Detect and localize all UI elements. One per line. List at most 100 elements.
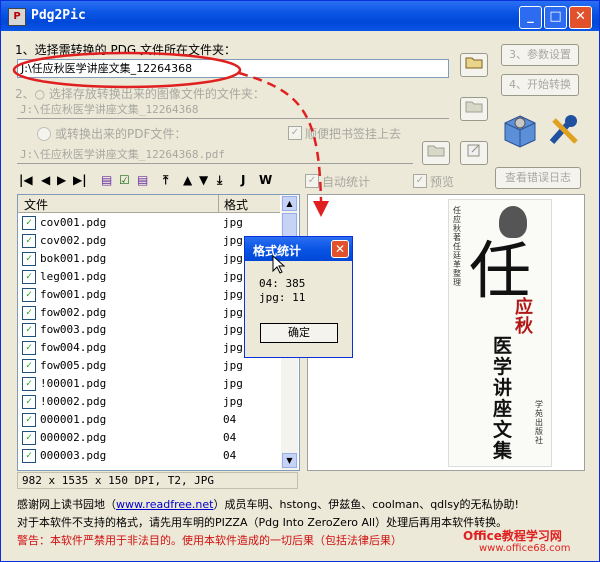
cover-publisher: 学苑出版社 <box>535 400 543 445</box>
row-checkbox[interactable]: ✓ <box>22 430 36 445</box>
maximize-button[interactable]: □ <box>544 6 567 29</box>
cover-title-red: 应秋 <box>515 297 533 337</box>
row-filename: cov002.pdg <box>40 233 107 247</box>
table-row[interactable]: ✓ cov001.pdg jpg <box>18 214 280 232</box>
error-log-button[interactable]: 查看错误日志 <box>495 167 581 189</box>
move-top-icon[interactable]: ⤒ <box>163 173 168 188</box>
row-checkbox[interactable]: ✓ <box>22 233 36 248</box>
row-checkbox[interactable]: ✓ <box>22 359 36 374</box>
preview-checkbox[interactable]: ✓ <box>413 174 427 188</box>
row-format: jpg <box>223 341 243 355</box>
row-checkbox[interactable]: ✓ <box>22 251 36 266</box>
table-row[interactable]: ✓ 000001.pdg 04 <box>18 411 280 429</box>
folder-icon <box>465 57 483 69</box>
title-bar[interactable]: P Pdg2Pic _ □ ✕ <box>1 1 599 31</box>
prev-icon[interactable]: ◀ <box>41 173 50 187</box>
start-convert-button[interactable]: 4、开始转换 <box>501 74 579 96</box>
row-format: jpg <box>223 269 243 283</box>
app-window: P Pdg2Pic _ □ ✕ 1、选择需转换的 PDG 文件所在文件夹： J:… <box>0 0 600 562</box>
row-checkbox[interactable]: ✓ <box>22 341 36 356</box>
browse-target-button[interactable] <box>460 97 488 121</box>
row-checkbox[interactable]: ✓ <box>22 412 36 427</box>
watermark-site: Office教程学习网 <box>463 529 562 543</box>
auto-stats-checkbox[interactable]: ✓ <box>305 174 319 188</box>
row-checkbox[interactable]: ✓ <box>22 448 36 463</box>
row-checkbox[interactable]: ✓ <box>22 269 36 284</box>
window-title: Pdg2Pic <box>31 8 86 23</box>
warning-text: 警告：本软件严禁用于非法目的。使用本软件造成的一切后果（包括法律后果） <box>17 534 402 547</box>
row-format: jpg <box>223 233 243 247</box>
cover-title-big: 任 <box>469 234 532 307</box>
export-button[interactable] <box>460 141 488 165</box>
row-format: jpg <box>223 359 243 373</box>
table-row[interactable]: ✓ bok001.pdg jpg <box>18 250 280 268</box>
move-bottom-icon[interactable]: ⤓ <box>217 173 222 188</box>
folder-icon <box>465 101 483 113</box>
row-filename: fow005.pdg <box>40 359 107 373</box>
book-cover-image: 任应秋 著 任廷革 整理 任 应秋 医学讲座文集 学苑出版社 <box>448 199 552 467</box>
list-header: 文件 格式 <box>18 195 280 213</box>
dialog-ok-button[interactable]: 确定 <box>260 323 338 343</box>
row-filename: 000002.pdg <box>40 430 107 444</box>
pdf-path-input[interactable]: J:\任应秋医学讲座文集_12264368.pdf <box>17 146 413 164</box>
j-tool[interactable]: J <box>241 173 245 187</box>
row-checkbox[interactable]: ✓ <box>22 287 36 302</box>
first-icon[interactable]: |◀ <box>19 173 33 187</box>
source-folder-input[interactable]: J:\任应秋医学讲座文集_12264368 <box>17 59 449 78</box>
pdf-output-radio[interactable] <box>37 127 51 141</box>
row-filename: fow001.pdg <box>40 287 107 301</box>
move-down-icon[interactable]: ▼ <box>199 173 208 187</box>
format-stats-dialog: 格式统计 ✕ 04: 385 jpg: 11 确定 <box>244 236 353 358</box>
row-format: jpg <box>223 395 243 408</box>
row-checkbox[interactable]: ✓ <box>22 323 36 338</box>
scroll-up-button[interactable]: ▲ <box>282 196 297 211</box>
table-row[interactable]: ✓ fow001.pdg jpg <box>18 286 280 304</box>
cover-title-rest: 医学讲座文集 <box>493 335 513 462</box>
row-format: jpg <box>223 305 243 319</box>
minimize-button[interactable]: _ <box>519 6 542 29</box>
table-row[interactable]: ✓ 000002.pdg 04 <box>18 429 280 447</box>
next-icon[interactable]: ▶ <box>57 173 66 187</box>
column-file[interactable]: 文件 <box>24 196 48 213</box>
check-all-icon[interactable]: ☑ <box>119 173 130 187</box>
row-filename: fow003.pdg <box>40 323 107 337</box>
table-row[interactable]: ✓ fow004.pdg jpg <box>18 339 280 357</box>
watermark-url: www.office68.com <box>479 543 571 554</box>
table-row[interactable]: ✓ fow005.pdg jpg <box>18 357 280 375</box>
dialog-line-jpg: jpg: 11 <box>259 291 306 304</box>
close-button[interactable]: ✕ <box>569 6 592 29</box>
browse-source-button[interactable] <box>460 53 488 77</box>
dialog-close-button[interactable]: ✕ <box>331 240 349 258</box>
scroll-down-button[interactable]: ▼ <box>282 453 297 468</box>
gear-box-icon[interactable] <box>501 112 539 150</box>
row-checkbox[interactable]: ✓ <box>22 305 36 320</box>
table-row[interactable]: ✓ fow003.pdg jpg <box>18 321 280 339</box>
folder-icon <box>427 145 445 157</box>
invert-icon[interactable]: ▤ <box>137 173 148 187</box>
move-up-icon[interactable]: ▲ <box>183 173 192 187</box>
settings-wrench-icon[interactable] <box>546 112 582 148</box>
cursor-icon <box>272 255 286 274</box>
settings-button[interactable]: 3、参数设置 <box>501 44 579 66</box>
w-tool[interactable]: W <box>259 173 272 187</box>
column-format[interactable]: 格式 <box>224 196 248 213</box>
dialog-line-04: 04: 385 <box>259 277 306 290</box>
readfree-link[interactable]: www.readfree.net <box>116 498 214 511</box>
table-row[interactable]: ✓ 000003.pdg 04 <box>18 447 280 465</box>
browse-pdf-button[interactable] <box>422 141 450 165</box>
table-row[interactable]: ✓ !00002.pdg jpg <box>18 393 280 411</box>
dialog-title-bar[interactable]: 格式统计 ✕ <box>245 237 352 261</box>
pdf-output-label: 或转换出来的PDF文件： <box>55 127 187 141</box>
row-filename: cov001.pdg <box>40 216 107 229</box>
select-icon[interactable]: ▤ <box>101 173 112 187</box>
table-row[interactable]: ✓ leg001.pdg jpg <box>18 268 280 286</box>
row-checkbox[interactable]: ✓ <box>22 395 36 409</box>
row-checkbox[interactable]: ✓ <box>22 377 36 392</box>
bookmark-checkbox[interactable]: ✓ <box>288 126 302 140</box>
last-icon[interactable]: ▶| <box>73 173 87 187</box>
table-row[interactable]: ✓ fow002.pdg jpg <box>18 304 280 322</box>
row-checkbox[interactable]: ✓ <box>22 216 36 230</box>
table-row[interactable]: ✓ !00001.pdg jpg <box>18 375 280 393</box>
target-folder-input[interactable]: J:\任应秋医学讲座文集_12264368 <box>17 101 449 119</box>
table-row[interactable]: ✓ cov002.pdg jpg <box>18 232 280 250</box>
